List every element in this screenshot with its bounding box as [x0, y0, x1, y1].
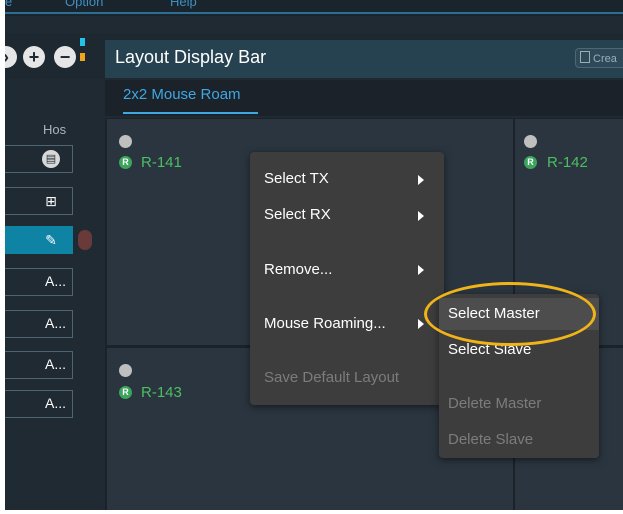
accent-marker-orange: [80, 53, 85, 61]
host-row-label: A...: [44, 315, 66, 331]
cell-name: R-142: [547, 154, 588, 171]
host-row-label: A...: [44, 395, 66, 411]
document-icon: [580, 51, 590, 63]
host-row-label: A...: [44, 356, 66, 372]
host-row[interactable]: A...: [5, 310, 73, 338]
document-icon[interactable]: ▤: [42, 150, 60, 168]
panel-title: Layout Display Bar: [115, 47, 267, 67]
host-row-label: A...: [44, 273, 66, 289]
cell-name: R-143: [141, 384, 182, 401]
accent-marker-cyan: [80, 38, 85, 46]
menu-item-select-rx[interactable]: Select RX: [264, 206, 331, 223]
receiver-badge-icon: R: [524, 156, 537, 169]
edit-icon[interactable]: ✎: [42, 231, 60, 249]
menu-item-save-default-layout: Save Default Layout: [264, 369, 400, 386]
host-row[interactable]: A...: [5, 351, 73, 379]
status-dot: [119, 364, 132, 377]
tab-2x2-mouse-roam[interactable]: 2x2 Mouse Roam: [123, 86, 241, 103]
chevron-right-icon: [418, 265, 424, 275]
host-row-selected[interactable]: ✎: [5, 226, 73, 254]
grid-add-icon[interactable]: ⊞: [42, 192, 60, 210]
menu-item-option[interactable]: Option: [65, 0, 103, 9]
menu-item-delete-slave: Delete Slave: [448, 431, 534, 448]
host-row[interactable]: A...: [5, 390, 73, 418]
host-row[interactable]: A...: [5, 268, 73, 296]
cell-name: R-141: [141, 154, 182, 171]
chevron-right-icon: [418, 175, 424, 185]
create-button[interactable]: Crea: [575, 48, 623, 68]
chevron-right-icon: [418, 211, 424, 221]
status-dot: [524, 135, 537, 148]
remove-button[interactable]: −: [54, 46, 76, 68]
host-column-header: Hos: [43, 122, 67, 137]
menu-item-file[interactable]: e: [5, 0, 12, 9]
active-tab-indicator: [123, 112, 258, 114]
create-button-label: Crea: [593, 53, 617, 65]
add-button[interactable]: +: [23, 46, 45, 68]
delete-icon[interactable]: [78, 230, 92, 250]
context-menu: Select TX Select RX Remove... Mouse Roam…: [250, 152, 444, 405]
host-row[interactable]: ⊞: [5, 187, 73, 215]
status-dot: [119, 135, 132, 148]
chevron-right-icon: [418, 319, 424, 329]
receiver-badge-icon: R: [119, 386, 132, 399]
menu-item-remove[interactable]: Remove...: [264, 261, 332, 278]
menu-item-mouse-roaming[interactable]: Mouse Roaming...: [264, 315, 386, 332]
menu-item-select-tx[interactable]: Select TX: [264, 170, 329, 187]
menu-item-delete-master: Delete Master: [448, 395, 542, 412]
bottom-margin: [0, 510, 623, 514]
host-row[interactable]: ▤: [5, 145, 73, 173]
app-window: e Option Help › + − Layout Display Bar C…: [5, 0, 623, 514]
receiver-badge-icon: R: [119, 156, 132, 169]
highlight-ring: [424, 282, 596, 346]
menu-item-help[interactable]: Help: [170, 0, 197, 9]
menu-separator: [5, 12, 623, 14]
